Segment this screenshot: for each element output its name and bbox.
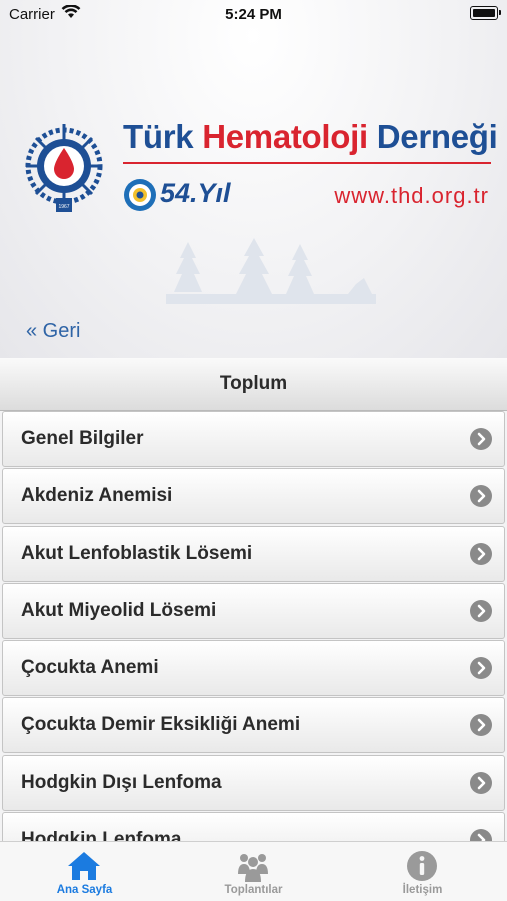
- tab-ana-sayfa[interactable]: Ana Sayfa: [0, 842, 169, 901]
- chevron-right-icon: [470, 714, 492, 737]
- chevron-right-icon: [470, 428, 492, 450]
- list-item[interactable]: Çocukta Demir Eksikliği Anemi: [2, 697, 505, 754]
- tab-toplantilar[interactable]: Toplantılar: [169, 842, 338, 901]
- brand-title: Türk Hematoloji Derneği: [123, 118, 498, 156]
- list-item-label: Hodgkin Dışı Lenfoma: [21, 771, 222, 793]
- brand-word-dernegi: Derneği: [367, 118, 498, 155]
- topic-list: Genel Bilgiler Akdeniz Anemisi Akut Lenf…: [0, 411, 507, 841]
- list-item-label: Akdeniz Anemisi: [21, 485, 173, 507]
- chevron-right-icon: [470, 542, 492, 565]
- thd-emblem-logo: 1967: [25, 124, 103, 212]
- brand-word-hematoloji: Hematoloji: [202, 118, 368, 155]
- tab-bar: Ana Sayfa Toplantılar İletişim: [0, 841, 507, 901]
- chevron-right-icon: [470, 829, 492, 841]
- chevron-right-icon: [470, 657, 492, 680]
- list-item-label: Hodgkin Lenfoma: [21, 829, 182, 841]
- list-item[interactable]: Akut Miyeolid Lösemi: [2, 582, 505, 639]
- list-item-label: Çocukta Anemi: [21, 657, 159, 679]
- tab-label: İletişim: [402, 884, 443, 896]
- list-item-label: Akut Lenfoblastik Lösemi: [21, 542, 253, 564]
- list-item[interactable]: Genel Bilgiler: [2, 411, 505, 467]
- tab-label: Ana Sayfa: [56, 884, 113, 896]
- list-item[interactable]: Hodgkin Dışı Lenfoma: [2, 754, 505, 811]
- people-icon: [238, 854, 268, 882]
- section-title: Toplum: [0, 358, 507, 411]
- website-link[interactable]: www.thd.org.tr: [334, 183, 489, 209]
- brand-divider: [123, 162, 491, 164]
- battery-icon: [470, 6, 501, 20]
- list-item[interactable]: Akut Lenfoblastik Lösemi: [2, 525, 505, 582]
- chevron-right-icon: [470, 485, 492, 508]
- list-item-label: Akut Miyeolid Lösemi: [21, 599, 217, 621]
- list-item[interactable]: Çocukta Anemi: [2, 640, 505, 697]
- home-icon: [68, 852, 100, 880]
- list-item-label: Çocukta Demir Eksikliği Anemi: [21, 714, 301, 736]
- back-button[interactable]: « Geri: [26, 320, 80, 343]
- emblem-year: 1967: [58, 204, 69, 210]
- list-item-label: Genel Bilgiler: [21, 428, 144, 449]
- clock: 5:24 PM: [225, 6, 282, 23]
- tab-label: Toplantılar: [224, 884, 283, 896]
- decorative-trees-watermark: [166, 238, 376, 304]
- chevron-right-icon: [470, 771, 492, 794]
- info-icon: [407, 851, 437, 881]
- list-item[interactable]: Akdeniz Anemisi: [2, 468, 505, 525]
- brand-word-turk: Türk: [123, 118, 203, 155]
- list-item[interactable]: Hodgkin Lenfoma: [2, 812, 505, 841]
- chevron-right-icon: [470, 599, 492, 622]
- anniversary-label: 54.Yıl: [160, 178, 231, 208]
- tab-iletisim[interactable]: İletişim: [338, 842, 507, 901]
- status-bar: Carrier 5:24 PM: [0, 0, 507, 30]
- evil-eye-icon: [124, 179, 156, 211]
